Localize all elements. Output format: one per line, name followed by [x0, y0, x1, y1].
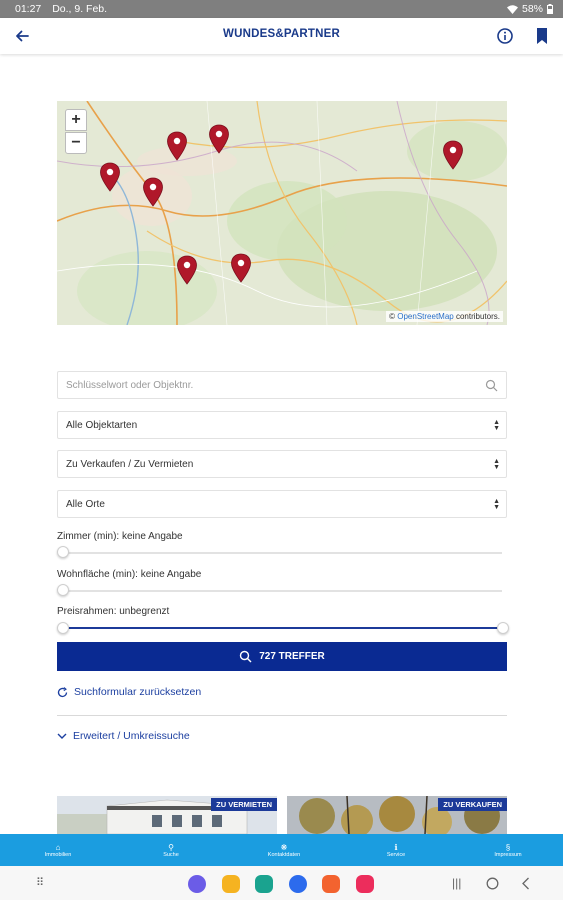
nav-label: Kontaktdaten [267, 852, 301, 858]
rooms-label: Zimmer (min): keine Angabe [57, 531, 183, 542]
nav-item-impressum[interactable]: § Impressum [478, 843, 538, 858]
messages-app-icon[interactable] [188, 875, 206, 893]
search-input[interactable]: Schlüsselwort oder Objektnr. [57, 371, 507, 399]
reset-search-link[interactable]: Suchformular zurücksetzen [57, 686, 201, 698]
offer-type-select[interactable]: Zu Verkaufen / Zu Vermieten ▲ ▼ [57, 450, 507, 478]
imprint-icon: § [505, 843, 511, 852]
map-pin-icon[interactable] [208, 124, 230, 154]
chevron-down-icon [57, 733, 67, 739]
price-max-handle[interactable] [497, 622, 509, 634]
nav-label: Service [386, 852, 406, 858]
extended-search-toggle[interactable]: Erweitert / Umkreissuche [57, 730, 190, 742]
select-arrows-icon: ▲ ▼ [493, 419, 500, 432]
area-label: Wohnfläche (min): keine Angabe [57, 569, 202, 580]
app-drawer-icon[interactable]: ⠿ [36, 876, 44, 889]
area-slider-handle[interactable] [57, 584, 69, 596]
price-slider-track[interactable] [62, 627, 502, 629]
price-min-handle[interactable] [57, 622, 69, 634]
price-label: Preisrahmen: unbegrenzt [57, 606, 170, 617]
status-bar: 01:27 Do., 9. Feb. 58% [0, 0, 563, 18]
map-pin-icon[interactable] [442, 140, 464, 170]
map-pin-icon[interactable] [230, 253, 252, 283]
show-results-button[interactable]: 727 TREFFER [57, 642, 507, 671]
contacts-app-icon[interactable] [322, 875, 340, 893]
rooms-slider-handle[interactable] [57, 546, 69, 558]
nav-label: Impressum [494, 852, 522, 858]
home-button-icon[interactable] [486, 877, 499, 890]
battery-level: 58% [521, 3, 543, 15]
app-bar: WUNDES&PARTNER [0, 18, 563, 54]
bookmark-icon[interactable] [534, 27, 550, 45]
area-slider-track[interactable] [62, 590, 502, 592]
status-date: Do., 9. Feb. [52, 3, 108, 15]
files-app-icon[interactable] [222, 875, 240, 893]
map-tiles [57, 101, 507, 325]
reset-search-label: Suchformular zurücksetzen [74, 686, 202, 698]
home-icon: ⌂ [55, 843, 61, 852]
divider [57, 715, 507, 716]
property-type-select[interactable]: Alle Objektarten ▲ ▼ [57, 411, 507, 439]
wifi-icon [506, 4, 518, 14]
location-value: Alle Orte [66, 499, 105, 510]
nav-item-kontaktdaten[interactable]: ❋ Kontaktdaten [254, 843, 314, 858]
service-icon: ℹ [394, 843, 398, 852]
listing-card[interactable]: ZU VERKAUFEN [287, 796, 507, 834]
nav-item-service[interactable]: ℹ Service [366, 843, 426, 858]
status-time: 01:27 [15, 3, 42, 15]
map-pin-icon[interactable] [142, 177, 164, 207]
copyright-sign: © [389, 312, 396, 321]
refresh-icon [57, 686, 68, 697]
extended-search-label: Erweitert / Umkreissuche [73, 730, 190, 742]
location-select[interactable]: Alle Orte ▲ ▼ [57, 490, 507, 518]
chat-app-icon[interactable] [289, 875, 307, 893]
listing-badge: ZU VERMIETEN [211, 798, 277, 811]
rooms-slider-track[interactable] [62, 552, 502, 554]
search-icon: ⚲ [168, 843, 174, 852]
recent-apps-icon[interactable]: ||| [452, 876, 461, 890]
map-pin-icon[interactable] [166, 131, 188, 161]
map-pin-icon[interactable] [176, 255, 198, 285]
search-placeholder: Schlüsselwort oder Objektnr. [66, 380, 194, 391]
property-type-value: Alle Objektarten [66, 420, 138, 431]
zoom-out-button[interactable]: − [65, 132, 87, 154]
attribution-suffix: contributors. [455, 312, 500, 321]
offer-type-value: Zu Verkaufen / Zu Vermieten [66, 459, 194, 470]
zoom-in-button[interactable]: + [65, 109, 87, 131]
select-arrows-icon: ▲ ▼ [493, 498, 500, 511]
select-arrows-icon: ▲ ▼ [493, 458, 500, 471]
map-attribution: © OpenStreetMap contributors. [386, 311, 503, 322]
calculator-app-icon[interactable] [255, 875, 273, 893]
nav-label: Suche [163, 852, 179, 858]
bottom-navigation: ⌂ Immobilien ⚲ Suche ❋ Kontaktdaten ℹ Se… [0, 834, 563, 866]
nav-item-immobilien[interactable]: ⌂ Immobilien [28, 843, 88, 858]
search-icon [240, 650, 252, 663]
nav-item-suche[interactable]: ⚲ Suche [141, 843, 201, 858]
nav-label: Immobilien [44, 852, 72, 858]
battery-icon [547, 4, 553, 14]
results-count-label: 727 TREFFER [259, 651, 325, 662]
info-icon[interactable] [496, 27, 514, 45]
property-map[interactable]: + − © OpenStreetMap contributors. [57, 101, 507, 325]
media-app-icon[interactable] [356, 875, 374, 893]
system-navigation-bar: ⠿ ||| [0, 866, 563, 900]
contact-icon: ❋ [280, 843, 288, 852]
openstreetmap-link[interactable]: OpenStreetMap [397, 312, 453, 321]
back-button-icon[interactable] [521, 877, 530, 890]
app-title: WUNDES&PARTNER [223, 28, 340, 40]
search-icon [485, 379, 498, 392]
listing-card[interactable]: ZU VERMIETEN [57, 796, 277, 834]
map-pin-icon[interactable] [99, 162, 121, 192]
listing-badge: ZU VERKAUFEN [438, 798, 507, 811]
